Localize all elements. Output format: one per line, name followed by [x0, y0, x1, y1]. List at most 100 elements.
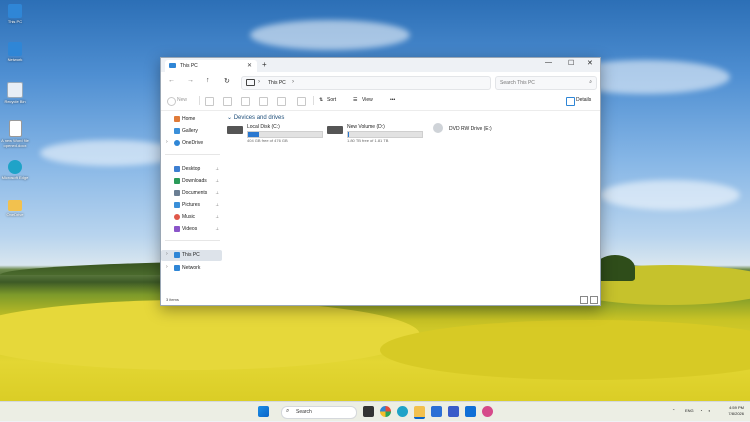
new-tab-button[interactable]: +: [262, 60, 267, 69]
desktop-icon-recycle-bin[interactable]: Recycle Bin: [0, 82, 30, 104]
documents-icon: [174, 190, 180, 196]
edge-icon[interactable]: [397, 406, 408, 417]
search-input[interactable]: Search This PC ⌕: [495, 76, 597, 90]
drive-item-c[interactable]: Local Disk (C:) 404 GB free of 476 GB: [227, 122, 325, 143]
drive-item-e[interactable]: DVD RW Drive (E:): [433, 122, 513, 142]
desktop-icon-document[interactable]: A new Word file opened.docx: [0, 120, 30, 148]
task-view-icon[interactable]: [363, 406, 374, 417]
drive-usage-bar: [247, 131, 323, 138]
taskbar-search-label: Search: [296, 409, 312, 415]
recycle-bin-icon: [7, 82, 23, 98]
nav-item-onedrive[interactable]: › OneDrive: [161, 138, 222, 149]
nav-item-music[interactable]: Music ⊥: [161, 212, 222, 223]
file-explorer-window: This PC ✕ + — ☐ ✕ ← → ↑ ↻ › This PC › Se…: [160, 57, 601, 306]
clock-date: 7/8/2026: [728, 411, 744, 416]
breadcrumb-this-pc[interactable]: This PC: [268, 80, 286, 86]
cut-icon[interactable]: [205, 97, 214, 106]
desktop-icon-edge[interactable]: Microsoft Edge: [0, 160, 30, 180]
forward-button[interactable]: →: [187, 77, 194, 84]
windows-drive-icon: [227, 126, 243, 134]
nav-label: Pictures: [182, 202, 201, 208]
view-button[interactable]: View: [362, 97, 373, 103]
desktop-icon-this-pc[interactable]: This PC: [0, 4, 30, 24]
command-bar: New ⇅ Sort ☰ View ••• Details: [161, 92, 600, 111]
app-icon[interactable]: [482, 406, 493, 417]
back-button[interactable]: ←: [168, 77, 175, 84]
minimize-button[interactable]: —: [545, 59, 552, 66]
nav-item-home[interactable]: Home: [161, 114, 222, 125]
search-icon: ⌕: [286, 408, 290, 414]
close-button[interactable]: ✕: [587, 59, 593, 67]
group-header-devices-and-drives[interactable]: ⌄ Devices and drives: [227, 114, 284, 121]
taskbar-search[interactable]: ⌕ Search: [281, 406, 357, 419]
chevron-right-icon[interactable]: ›: [166, 139, 168, 145]
up-button[interactable]: ↑: [206, 77, 210, 84]
details-button[interactable]: Details: [576, 97, 591, 103]
nav-label: Downloads: [182, 178, 207, 184]
details-view-icon[interactable]: [580, 296, 588, 304]
tab-close-icon[interactable]: ✕: [247, 62, 252, 69]
chevron-up-icon[interactable]: ⌃: [672, 408, 675, 413]
chevron-right-icon[interactable]: ›: [258, 79, 260, 85]
nav-label: Desktop: [182, 166, 201, 172]
nav-item-this-pc[interactable]: › This PC: [161, 250, 222, 261]
volume-icon[interactable]: ◖: [708, 408, 710, 413]
nav-item-downloads[interactable]: Downloads ⊥: [161, 176, 222, 187]
tiles-view-icon[interactable]: [590, 296, 598, 304]
nav-item-network[interactable]: › Network: [161, 263, 222, 274]
start-icon[interactable]: [258, 406, 269, 417]
drive-item-d[interactable]: New Volume (D:) 1.80 TB free of 1.81 TB: [327, 122, 425, 143]
paste-icon[interactable]: [241, 97, 250, 106]
nav-item-pictures[interactable]: Pictures ⊥: [161, 200, 222, 211]
chevron-right-icon[interactable]: ›: [292, 79, 294, 85]
nav-label: OneDrive: [182, 140, 204, 146]
share-icon[interactable]: [277, 97, 286, 106]
music-icon: [174, 214, 180, 220]
new-icon: [167, 97, 176, 106]
taskbar: ⌕ Search ⌃ ENG ◔ ◖ 4:59 PM 7/8/2026: [0, 401, 750, 422]
new-button[interactable]: New: [177, 97, 187, 103]
sort-button[interactable]: Sort: [327, 97, 336, 103]
drive-name: Local Disk (C:): [247, 124, 280, 130]
desktop-icon-label: Recycle Bin: [4, 99, 26, 104]
home-icon: [174, 116, 180, 122]
nav-item-documents[interactable]: Documents ⊥: [161, 188, 222, 199]
monitor-icon: [246, 79, 255, 86]
more-options-button[interactable]: •••: [390, 97, 395, 103]
language-indicator[interactable]: ENG: [685, 408, 694, 413]
copy-icon[interactable]: [223, 97, 232, 106]
desktop-icon-onedrive[interactable]: OneDrive: [0, 200, 30, 217]
store-icon[interactable]: [431, 406, 442, 417]
nav-item-gallery[interactable]: Gallery: [161, 126, 222, 137]
nav-item-videos[interactable]: Videos ⊥: [161, 224, 222, 235]
address-input[interactable]: › This PC ›: [241, 76, 491, 90]
desktop-icon-label: This PC: [7, 19, 23, 24]
wifi-icon[interactable]: ◔: [700, 408, 702, 413]
view-icon: ☰: [353, 97, 358, 103]
chevron-right-icon[interactable]: ›: [166, 264, 168, 270]
network-icon: [174, 265, 180, 271]
drive-usage-fill: [348, 132, 349, 137]
outlook-icon[interactable]: [465, 406, 476, 417]
maximize-button[interactable]: ☐: [568, 59, 574, 67]
chevron-right-icon[interactable]: ›: [166, 251, 168, 257]
delete-icon[interactable]: [297, 97, 306, 106]
nav-label: Music: [182, 214, 196, 220]
tab-this-pc[interactable]: This PC ✕: [165, 60, 257, 72]
drive-icon: [327, 126, 343, 134]
teams-icon[interactable]: [448, 406, 459, 417]
desktop-icon-label: OneDrive: [6, 212, 24, 217]
refresh-button[interactable]: ↻: [224, 77, 230, 85]
desktop-icon-label: A new Word file opened.docx: [1, 138, 29, 148]
nav-item-desktop[interactable]: Desktop ⊥: [161, 164, 222, 175]
this-pc-icon: [169, 63, 176, 68]
rename-icon[interactable]: [259, 97, 268, 106]
file-explorer-icon[interactable]: [414, 406, 425, 419]
onedrive-icon: [174, 140, 180, 146]
drive-usage-fill: [248, 132, 260, 137]
desktop-icon-network[interactable]: Network: [0, 42, 30, 62]
pin-icon: ⊥: [215, 202, 219, 207]
nav-label: Network: [182, 265, 201, 271]
clock[interactable]: 4:59 PM 7/8/2026: [718, 405, 744, 417]
copilot-icon[interactable]: [380, 406, 391, 417]
